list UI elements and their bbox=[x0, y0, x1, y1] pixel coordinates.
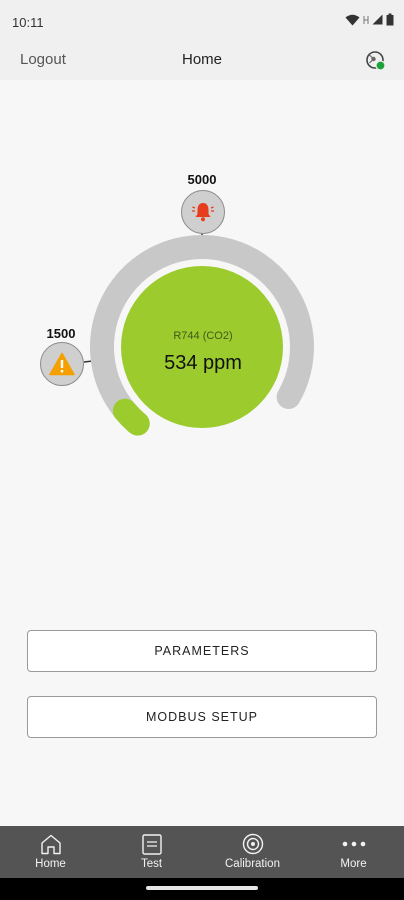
wifi-icon bbox=[345, 14, 360, 25]
top-app-bar: Logout Home bbox=[0, 44, 404, 80]
device-connection-icon[interactable] bbox=[364, 49, 388, 73]
nav-test-label: Test bbox=[140, 858, 163, 870]
nav-test[interactable]: Test bbox=[101, 826, 202, 878]
nav-calibration[interactable]: Calibration bbox=[202, 826, 303, 878]
low-alarm-marker[interactable] bbox=[40, 342, 84, 386]
status-icons bbox=[345, 13, 394, 26]
network-type-icon bbox=[363, 15, 369, 24]
calibration-icon bbox=[242, 833, 263, 855]
gas-name: R744 (CO2) bbox=[173, 330, 233, 342]
more-icon bbox=[342, 841, 365, 847]
test-icon bbox=[141, 833, 162, 855]
parameters-button[interactable]: PARAMETERS bbox=[27, 630, 377, 672]
nav-home[interactable]: Home bbox=[0, 826, 101, 878]
alarm-bell-icon bbox=[192, 203, 214, 222]
status-time: 10:11 bbox=[12, 15, 44, 30]
low-alarm-threshold: 1500 bbox=[46, 326, 76, 341]
cell-signal-icon bbox=[372, 14, 383, 25]
warning-icon bbox=[49, 352, 75, 376]
gesture-handle[interactable] bbox=[146, 886, 258, 890]
page-title: Home bbox=[181, 51, 222, 68]
high-alarm-threshold: 5000 bbox=[187, 172, 217, 187]
battery-icon bbox=[386, 13, 394, 26]
status-bar: 10:11 bbox=[0, 0, 404, 44]
home-icon bbox=[40, 834, 61, 854]
gas-reading: 534 ppm bbox=[164, 352, 242, 374]
nav-more-label: More bbox=[340, 858, 367, 870]
bottom-navigation: Home Test Calibration More bbox=[0, 826, 404, 878]
gas-gauge: R744 (CO2) 534 ppm 5000 1500 bbox=[0, 80, 404, 440]
nav-calibration-label: Calibration bbox=[225, 858, 280, 870]
high-alarm-marker[interactable] bbox=[181, 190, 225, 234]
nav-more[interactable]: More bbox=[303, 826, 404, 878]
gauge-center-disc bbox=[121, 266, 283, 428]
nav-home-label: Home bbox=[35, 858, 66, 870]
gauge-graphic bbox=[83, 230, 314, 436]
system-gesture-area bbox=[0, 878, 404, 900]
gauge-level-fill bbox=[112, 398, 150, 436]
modbus-setup-button[interactable]: MODBUS SETUP bbox=[27, 696, 377, 738]
